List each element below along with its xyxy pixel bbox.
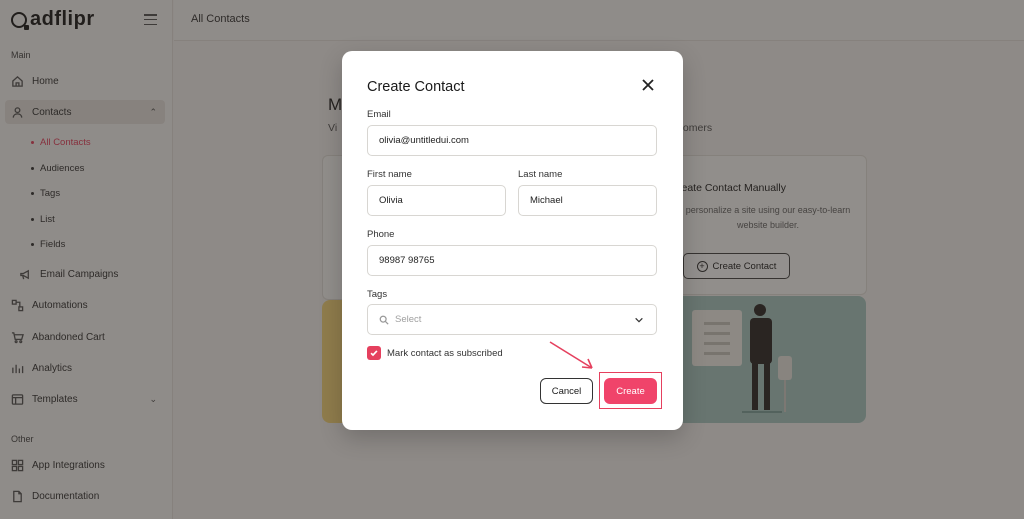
subscribed-checkbox[interactable]	[367, 346, 381, 360]
cancel-button[interactable]: Cancel	[540, 378, 593, 404]
tags-select-placeholder: Select	[395, 314, 422, 325]
search-icon	[379, 315, 389, 325]
create-button-highlight	[599, 372, 662, 409]
tags-select[interactable]: Select	[367, 304, 657, 335]
first-name-field[interactable]	[367, 185, 506, 216]
pointer-arrow-icon	[549, 341, 593, 369]
last-name-field[interactable]	[518, 185, 657, 216]
modal-title: Create Contact	[367, 79, 465, 95]
email-label: Email	[367, 109, 391, 120]
last-name-label: Last name	[518, 169, 563, 180]
tags-label: Tags	[367, 289, 388, 300]
close-icon	[642, 79, 654, 91]
subscribed-label: Mark contact as subscribed	[387, 348, 503, 359]
check-icon	[370, 350, 378, 357]
phone-label: Phone	[367, 229, 395, 240]
close-button[interactable]	[639, 76, 657, 94]
email-field[interactable]	[367, 125, 657, 156]
chevron-down-icon	[634, 315, 644, 325]
phone-field[interactable]	[367, 245, 657, 276]
first-name-label: First name	[367, 169, 412, 180]
